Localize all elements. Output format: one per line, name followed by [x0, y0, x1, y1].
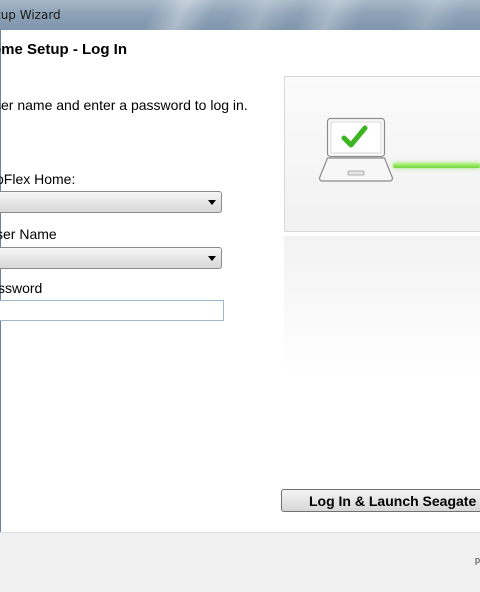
laptop-icon: [318, 117, 394, 182]
home-select[interactable]: [0, 191, 222, 213]
instruction-text: ser name and enter a password to log in.: [0, 97, 248, 113]
dropdown-arrow-icon: [208, 256, 216, 261]
home-label: oFlex Home:: [0, 171, 76, 187]
username-select[interactable]: [0, 247, 222, 269]
footer-text: p: [474, 555, 480, 565]
connection-progress-line: [393, 163, 480, 168]
title-bar-highlight: [139, 0, 221, 30]
title-bar-highlight: [289, 0, 371, 30]
login-launch-button[interactable]: Log In & Launch Seagate D: [281, 489, 480, 512]
password-field[interactable]: [0, 300, 224, 321]
password-label: ssword: [0, 280, 43, 296]
page-title: ome Setup - Log In: [0, 41, 127, 58]
illustration-reflection: [284, 236, 480, 376]
title-bar-highlight: [219, 0, 301, 30]
window-title: tup Wizard: [0, 8, 61, 22]
title-bar-highlight: [389, 0, 471, 30]
dropdown-arrow-icon: [208, 200, 216, 205]
title-bar: tup Wizard: [0, 0, 480, 30]
username-label: ser Name: [0, 226, 57, 242]
footer-bar: [0, 532, 480, 592]
